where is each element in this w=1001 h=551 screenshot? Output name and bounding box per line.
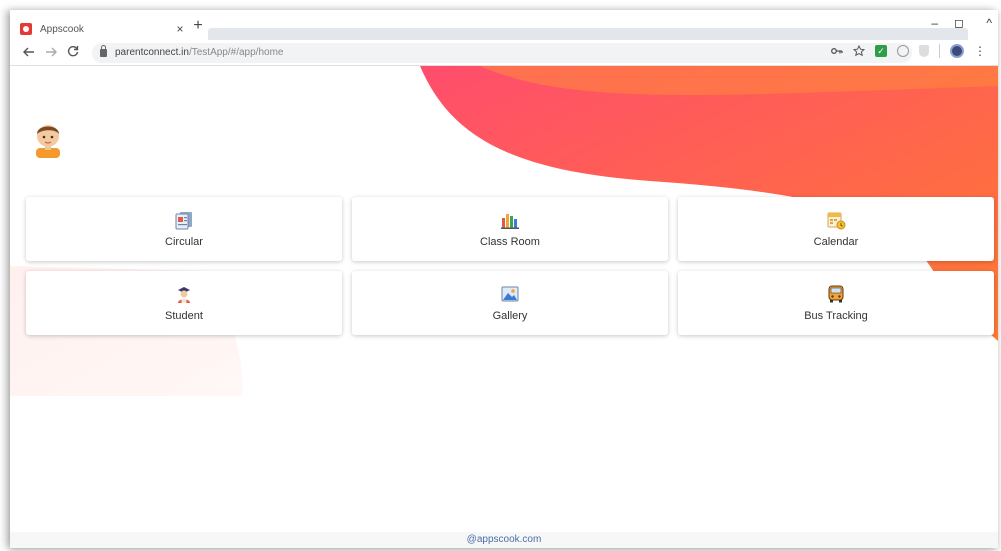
- footer-link[interactable]: @appscook.com: [10, 532, 998, 548]
- bus-icon: [828, 285, 844, 303]
- collapse-button[interactable]: ^: [986, 16, 992, 30]
- key-icon[interactable]: [831, 47, 843, 55]
- maximize-button[interactable]: ◻: [954, 16, 964, 30]
- student-label: Student: [165, 310, 203, 322]
- checkbox-extension-icon[interactable]: ✓: [875, 45, 887, 57]
- forward-button[interactable]: [40, 45, 62, 60]
- circular-card[interactable]: Circular: [26, 197, 342, 261]
- shield-extension-icon[interactable]: [919, 45, 929, 57]
- menu-grid: Circular Class Room Calendar Student Gal…: [26, 197, 994, 335]
- calendar-label: Calendar: [813, 236, 859, 248]
- back-button[interactable]: [18, 45, 40, 60]
- extension-area: ✓ ⋮: [831, 44, 986, 58]
- url-host: parentconnect.in: [115, 47, 189, 58]
- address-bar[interactable]: parentconnect.in/TestApp/#/app/home: [92, 42, 912, 63]
- reload-button[interactable]: [62, 45, 84, 60]
- circular-icon: [175, 212, 192, 230]
- tab-close-icon[interactable]: ×: [172, 22, 188, 36]
- tab-strip: Appscook × + – ◻ ^: [10, 10, 998, 40]
- github-extension-icon[interactable]: [897, 45, 909, 57]
- reload-icon: [67, 46, 79, 57]
- bus-tracking-card[interactable]: Bus Tracking: [678, 271, 994, 335]
- bus-tracking-label: Bus Tracking: [804, 310, 868, 322]
- tab-strip-background: [208, 28, 968, 40]
- lock-icon: [100, 44, 107, 57]
- minimize-button[interactable]: –: [931, 16, 938, 30]
- user-avatar[interactable]: [30, 118, 66, 158]
- gallery-card[interactable]: Gallery: [352, 271, 668, 335]
- circular-label: Circular: [165, 236, 203, 248]
- student-icon: [178, 287, 190, 303]
- arrow-left-icon: [23, 47, 34, 57]
- gallery-icon: [501, 286, 519, 302]
- calendar-icon: [827, 212, 846, 230]
- arrow-right-icon: [46, 47, 57, 57]
- tab-title: Appscook: [40, 23, 84, 35]
- student-card[interactable]: Student: [26, 271, 342, 335]
- url-path: /TestApp/#/app/home: [188, 47, 284, 58]
- browser-window: Appscook × + – ◻ ^ parentconnect.in/Test…: [10, 10, 998, 548]
- calendar-card[interactable]: Calendar: [678, 197, 994, 261]
- classroom-label: Class Room: [480, 236, 540, 248]
- toolbar-separator: [939, 44, 940, 58]
- browser-menu-icon[interactable]: ⋮: [974, 44, 986, 58]
- app-home-page: Circular Class Room Calendar Student Gal…: [10, 66, 998, 548]
- classroom-card[interactable]: Class Room: [352, 197, 668, 261]
- browser-tab[interactable]: Appscook ×: [20, 18, 188, 40]
- bookmark-star-icon[interactable]: [853, 45, 865, 57]
- classroom-icon: [501, 214, 519, 229]
- gallery-label: Gallery: [492, 310, 528, 322]
- new-tab-button[interactable]: +: [190, 18, 206, 34]
- profile-avatar-icon[interactable]: [950, 44, 964, 58]
- appscook-favicon-icon: [20, 23, 32, 35]
